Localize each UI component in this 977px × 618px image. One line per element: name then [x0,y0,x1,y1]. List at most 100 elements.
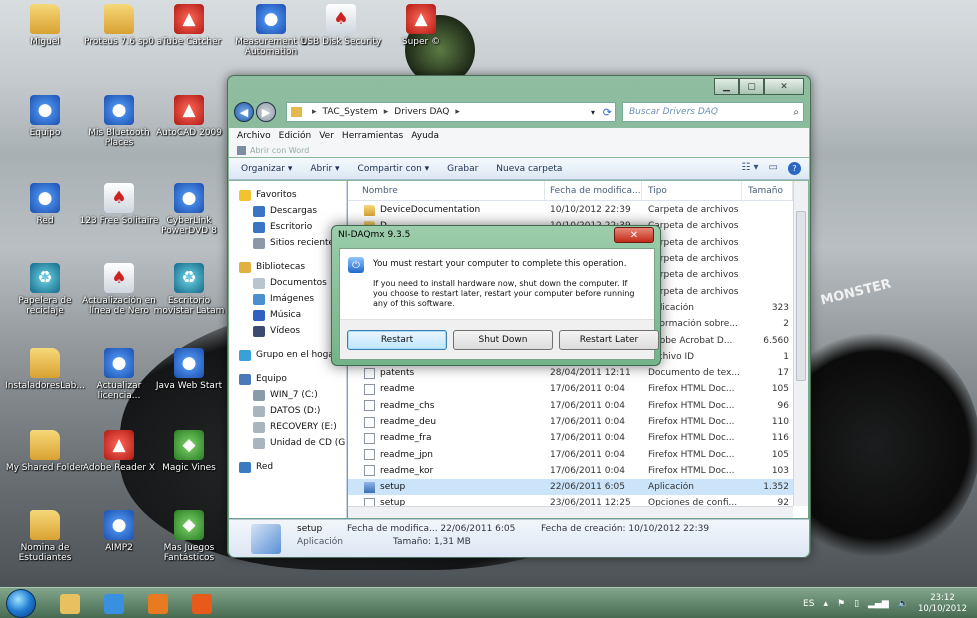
file-row[interactable]: readme_chs 17/06/2011 0:04 Firefox HTML Do… [348,398,793,414]
open-button[interactable]: Abrir ▾ [310,164,339,174]
signal-icon[interactable]: ▂▄▆ [868,599,889,609]
nav-item[interactable]: Grupo en el hogar [229,347,346,363]
taskbar-button-firefox[interactable] [180,591,224,616]
nav-item[interactable]: Red [229,459,346,475]
app-icon: ● [30,183,60,213]
nav-item[interactable]: DATOS (D:) [229,403,346,419]
column-header-date[interactable]: Fecha de modifica... [545,181,642,200]
taskbar-button-internet-explorer[interactable] [92,591,136,616]
nav-item[interactable]: Favoritos [229,187,346,203]
vertical-scrollbar[interactable] [793,181,808,506]
open-with-word-bar[interactable]: Abrir con Word [229,144,809,157]
restart-button[interactable]: Restart [347,330,447,350]
nav-item[interactable]: Equipo [229,371,346,387]
back-button[interactable]: ◀ [234,102,254,122]
file-row[interactable]: patents 28/04/2011 12:11 Documento de tex.… [348,365,793,381]
column-header-type[interactable]: Tipo [642,181,742,200]
desktop-icon[interactable]: ● Red [4,183,86,226]
flag-icon[interactable]: ⚑ [837,599,845,609]
share-button[interactable]: Compartir con ▾ [358,164,430,174]
column-header-size[interactable]: Tamaño [742,181,793,200]
search-icon[interactable]: ⌕ [793,107,799,118]
desktop-icon[interactable]: ● CyberLink PowerDVD 8 [148,183,230,236]
menu-item-archivo[interactable]: Archivo [237,131,271,141]
file-row[interactable]: setup 22/06/2011 6:05 Aplicación 1.352 [348,479,793,496]
nav-item[interactable]: Sitios recientes [229,235,346,251]
clock[interactable]: 23:12 10/10/2012 [918,593,967,615]
taskbar-button-explorer[interactable] [48,591,92,616]
file-row[interactable]: readme_deu 17/06/2011 0:04 Firefox HTML Do… [348,414,793,430]
taskbar-button-media-player[interactable] [136,591,180,616]
help-icon[interactable]: ? [788,162,801,175]
file-row[interactable]: readme 17/06/2011 0:04 Firefox HTML Doc...… [348,381,793,397]
nav-item[interactable]: Escritorio [229,219,346,235]
maximize-button[interactable]: ▢ [739,78,764,95]
restart-later-button[interactable]: Restart Later [559,330,659,350]
taskbar: ES ▴ ⚑ ▯ ▂▄▆ 🔈 23:12 10/10/2012 [0,587,977,618]
scrollbar-thumb[interactable] [796,211,806,381]
file-name: patents [380,368,415,379]
desktop-icon[interactable]: ◆ Magic Vines [148,430,230,473]
desktop-icon[interactable]: ▲ aTube Catcher [148,4,230,47]
nav-item[interactable]: WIN_7 (C:) [229,387,346,403]
nav-item[interactable]: Bibliotecas [229,259,346,275]
view-options-icon[interactable]: ☷ ▾ [741,162,758,175]
nav-item[interactable]: Vídeos [229,323,346,339]
breadcrumb-item[interactable]: TAC_System [323,107,378,117]
forward-button[interactable]: ▶ [256,102,276,122]
shut-down-button[interactable]: Shut Down [453,330,553,350]
new-folder-button[interactable]: Nueva carpeta [496,164,562,174]
burn-button[interactable]: Grabar [447,164,478,174]
address-bar[interactable]: ▸ TAC_System ▸ Drivers DAQ ▸ ▾ ⟳ [286,102,616,122]
desktop-icon[interactable]: ◆ Mas Juegos Fantásticos [148,510,230,563]
command-bar: Organizar ▾ Abrir ▾ Compartir con ▾ Grab… [229,158,809,180]
desktop-icon[interactable]: Miguel [4,4,86,47]
desktop-icon[interactable]: ▲ Super © [380,4,462,47]
start-button[interactable] [6,589,36,618]
minimize-button[interactable]: ▁ [714,78,739,95]
desktop-icon-label: Papelera de reciclaje [18,296,72,316]
file-row[interactable]: readme_jpn 17/06/2011 0:04 Firefox HTML Do… [348,446,793,462]
menu-item-ver[interactable]: Ver [319,131,334,141]
nav-item-label: Vídeos [270,326,301,336]
file-row[interactable]: readme_kor 17/06/2011 0:04 Firefox HTML Do… [348,463,793,479]
desktop-icon[interactable]: InstaladoresLab... [4,348,86,391]
media-player-icon [148,593,168,614]
nav-item[interactable]: Documentos [229,275,346,291]
close-button[interactable]: ✕ [764,78,804,95]
volume-icon[interactable]: 🔈 [898,599,909,609]
file-row[interactable]: DeviceDocumentation 10/10/2012 22:39 Carpe… [348,202,793,218]
desktop-icon[interactable]: Nomina de Estudiantes [4,510,86,563]
dialog-close-button[interactable]: ✕ [614,227,654,243]
preview-pane-icon[interactable]: ▭ [769,162,778,175]
desktop-icon[interactable]: ● Java Web Start [148,348,230,391]
desktop-icon[interactable]: ♻ Papelera de reciclaje [4,263,86,316]
nav-item[interactable]: Imágenes [229,291,346,307]
menu-item-herramientas[interactable]: Herramientas [342,131,403,141]
desktop-icon[interactable]: ♻ Escritorio movistar Latam [148,263,230,316]
show-hidden-icons-icon[interactable]: ▴ [823,599,828,609]
file-date: 17/06/2011 0:04 [550,400,625,411]
restart-dialog[interactable]: NI-DAQmx 9.3.5 ✕ ⏻ You must restart your… [331,225,661,366]
desktop-icon[interactable]: ▲ AutoCAD 2009 [148,95,230,138]
desktop-icon[interactable]: My Shared Folder [4,430,86,473]
menu-item-edicion[interactable]: Edición [279,131,312,141]
address-dropdown-icon[interactable]: ▾ [591,108,595,117]
refresh-icon[interactable]: ⟳ [603,106,612,119]
file-row[interactable]: readme_fra 17/06/2011 0:04 Firefox HTML Do… [348,430,793,446]
desktop-icon[interactable]: ● Equipo [4,95,86,138]
nav-item[interactable]: RECOVERY (E:) [229,419,346,435]
search-input[interactable]: Buscar Drivers DAQ ⌕ [622,102,804,122]
network-icon[interactable]: ▯ [854,599,859,609]
horizontal-scrollbar[interactable] [348,506,793,518]
desktop-icon[interactable]: ♠ USB Disk Security [300,4,382,47]
organize-button[interactable]: Organizar ▾ [241,164,292,174]
nav-item[interactable]: Unidad de CD (G:) [229,435,346,451]
breadcrumb-item[interactable]: Drivers DAQ [394,107,449,117]
menu-item-ayuda[interactable]: Ayuda [411,131,439,141]
nav-item[interactable]: Música [229,307,346,323]
nav-item[interactable]: Descargas [229,203,346,219]
breadcrumb-separator-icon: ▸ [383,107,389,117]
language-indicator[interactable]: ES [803,599,814,609]
column-header-name[interactable]: Nombre [348,181,545,200]
